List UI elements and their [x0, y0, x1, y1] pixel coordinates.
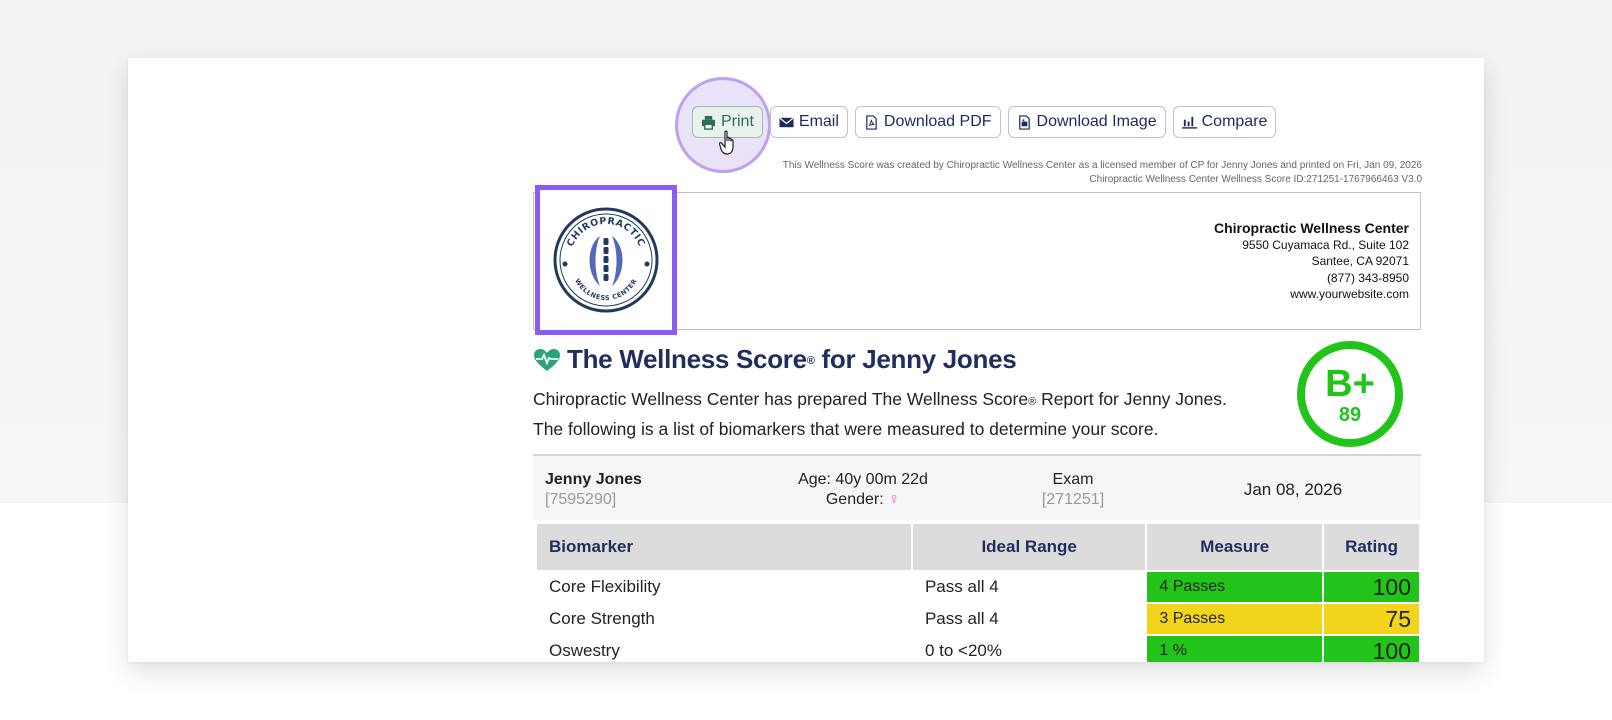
fineprint-line-1: This Wellness Score was created by Chiro…	[782, 160, 1422, 171]
clinic-address: 9550 Cuyamaca Rd., Suite 102	[1242, 237, 1409, 252]
compare-button[interactable]: Compare	[1172, 106, 1277, 138]
clinic-phone: (877) 343-8950	[1326, 270, 1409, 285]
biomarker-table: Biomarker Ideal Range Measure Rating Cor…	[535, 522, 1421, 662]
header-rating: Rating	[1322, 522, 1421, 572]
grade-letter: B+	[1325, 363, 1375, 405]
hand-cursor-icon	[719, 130, 734, 155]
print-label: Print	[721, 113, 754, 130]
report-description-line-1: Chiropractic Wellness Center has prepare…	[533, 389, 1227, 409]
patient-age: Age: 40y 00m 22d	[798, 471, 928, 488]
biomarker-cell: Core Flexibility	[535, 570, 913, 604]
female-icon: ♀	[888, 491, 901, 508]
grade-score: 89	[1338, 404, 1362, 426]
table-row: Core Flexibility Pass all 4 4 Passes 100	[535, 570, 1421, 604]
compare-label: Compare	[1201, 113, 1268, 130]
clinic-logo: CHIROPRACTIC WELLNESS CENTER	[535, 185, 677, 335]
image-file-icon	[1018, 114, 1030, 130]
printer-icon	[701, 115, 716, 130]
table-row: Oswestry 0 to <20% 1 % 100	[535, 634, 1421, 662]
rating-cell: 100	[1322, 570, 1421, 604]
grade-badge: B+ 89	[1297, 341, 1403, 447]
patient-name: Jenny Jones	[545, 471, 642, 488]
range-cell: Pass all 4	[910, 602, 1148, 636]
measure-cell: 1 %	[1145, 634, 1325, 662]
download-pdf-label: Download PDF	[883, 113, 992, 130]
envelope-icon	[779, 117, 794, 127]
range-cell: 0 to <20%	[910, 634, 1148, 662]
report-description-line-2: The following is a list of biomarkers th…	[533, 419, 1159, 439]
table-row: Core Strength Pass all 4 3 Passes 75	[535, 602, 1421, 636]
clinic-city: Santee, CA 92071	[1311, 254, 1409, 268]
chiropractic-logo-icon: CHIROPRACTIC WELLNESS CENTER	[553, 207, 659, 313]
download-image-label: Download Image	[1036, 113, 1157, 130]
pdf-file-icon	[866, 114, 877, 130]
biomarker-cell: Core Strength	[535, 602, 913, 636]
compare-chart-icon	[1181, 116, 1197, 129]
exam-id: [271251]	[1041, 491, 1105, 508]
clinic-website: www.yourwebsite.com	[1290, 287, 1409, 301]
download-image-button[interactable]: Download Image	[1007, 106, 1166, 138]
measure-cell: 4 Passes	[1145, 570, 1325, 604]
measure-cell: 3 Passes	[1145, 602, 1325, 636]
report-description: Chiropractic Wellness Center has prepare…	[533, 386, 1227, 443]
patient-name-cell: Jenny Jones [7595290]	[545, 470, 642, 510]
range-cell: Pass all 4	[910, 570, 1148, 604]
exam-label: Exam	[1052, 471, 1094, 488]
download-pdf-button[interactable]: Download PDF	[854, 106, 1001, 138]
patient-age-cell: Age: 40y 00m 22d Gender: ♀	[783, 470, 943, 510]
clinic-info: Chiropractic Wellness Center 9550 Cuyama…	[1214, 220, 1409, 303]
table-header-row: Biomarker Ideal Range Measure Rating	[535, 522, 1421, 572]
report-heading: The Wellness Score® for Jenny Jones	[567, 344, 1017, 374]
heartbeat-icon	[534, 348, 560, 371]
header-measure: Measure	[1145, 522, 1325, 572]
exam-date: Jan 08, 2026	[1243, 480, 1343, 499]
patient-gender: Gender: ♀	[825, 491, 901, 508]
patient-id: [7595290]	[545, 491, 617, 508]
rating-cell: 100	[1322, 634, 1421, 662]
header-ideal-range: Ideal Range	[910, 522, 1148, 572]
report-title: The Wellness Score® for Jenny Jones	[533, 344, 1017, 375]
report-fineprint: This Wellness Score was created by Chiro…	[783, 159, 1422, 187]
report-card: Print Email Download PDF Download Image …	[128, 58, 1484, 662]
header-biomarker: Biomarker	[535, 522, 913, 572]
patient-info-row: Jenny Jones [7595290] Age: 40y 00m 22d G…	[533, 454, 1421, 520]
biomarker-cell: Oswestry	[535, 634, 913, 662]
email-label: Email	[798, 113, 839, 130]
email-button[interactable]: Email	[769, 106, 848, 138]
clinic-name: Chiropractic Wellness Center	[1213, 220, 1409, 236]
exam-cell: Exam [271251]	[1023, 470, 1123, 510]
report-toolbar: Print Email Download PDF Download Image …	[692, 106, 1277, 138]
rating-cell: 75	[1322, 602, 1421, 636]
fineprint-line-2: Chiropractic Wellness Center Wellness Sc…	[1089, 174, 1422, 185]
